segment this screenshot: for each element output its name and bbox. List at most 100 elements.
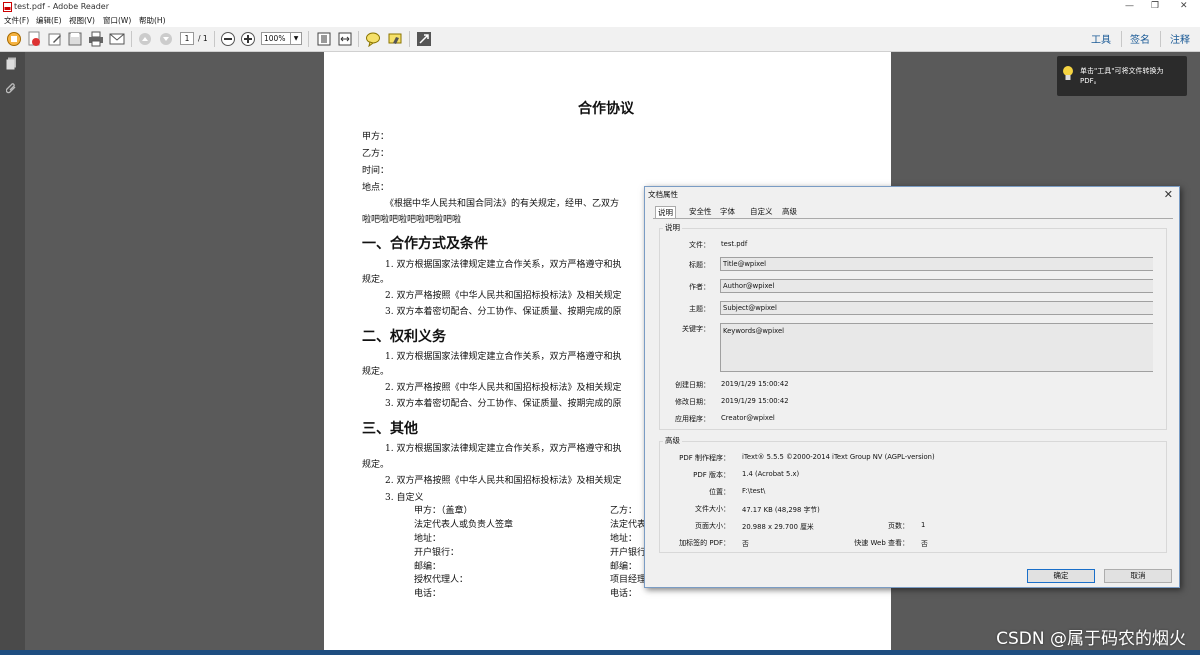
- menu-window[interactable]: 窗口(W): [103, 15, 131, 26]
- email-icon[interactable]: [109, 31, 125, 47]
- keywords-field[interactable]: Keywords@wpixel: [720, 323, 1153, 372]
- sign-left: 甲方：（盖章）: [414, 506, 473, 516]
- tab-fonts[interactable]: 字体: [718, 206, 737, 218]
- zoom-in-icon[interactable]: [240, 31, 256, 47]
- section-heading-2: 二、权利义务: [362, 329, 446, 345]
- maximize-icon[interactable]: ❐: [1151, 1, 1159, 11]
- title-label: 标题：: [689, 261, 710, 269]
- section-2-item: 规定。: [362, 367, 390, 377]
- print-icon[interactable]: [88, 31, 104, 47]
- sign-right: 项目经理: [610, 575, 647, 585]
- zoom-level-input[interactable]: 100%: [261, 32, 291, 45]
- page-count-value: 1: [921, 521, 926, 529]
- save-icon[interactable]: [67, 31, 83, 47]
- menu-bar: 文件(F) 编辑(E) 视图(V) 窗口(W) 帮助(H): [0, 14, 1200, 27]
- section-2-item: 2. 双方严格按照《中华人民共和国招标投标法》及相关规定: [385, 383, 622, 393]
- producer-value: iText® 5.5.5 ©2000-2014 iText Group NV (…: [742, 453, 935, 461]
- menu-view[interactable]: 视图(V): [69, 15, 95, 26]
- file-size-value: 47.17 KB (48,298 字节): [742, 506, 820, 514]
- author-label: 作者：: [689, 283, 710, 291]
- section-3-item: 1. 双方根据国家法律规定建立合作关系，双方严格遵守和执: [385, 444, 622, 454]
- next-page-icon[interactable]: [158, 31, 174, 47]
- ok-button[interactable]: 确定: [1027, 569, 1095, 583]
- page-total: / 1: [198, 34, 208, 43]
- tab-security[interactable]: 安全性: [687, 206, 714, 218]
- sign-right: 邮编：: [610, 562, 638, 572]
- expand-icon[interactable]: [416, 31, 432, 47]
- pdf-version-label: PDF 版本：: [693, 471, 730, 479]
- left-nav-pane: [0, 52, 25, 655]
- section-1-item: 1. 双方根据国家法律规定建立合作关系，双方严格遵守和执: [385, 260, 622, 270]
- section-heading-3: 三、其他: [362, 421, 418, 437]
- sign-right: 开户银行: [610, 548, 647, 558]
- location-value: F:\test\: [742, 487, 766, 495]
- watermark: CSDN @属于码农的烟火: [996, 629, 1186, 649]
- window-title: test.pdf - Adobe Reader: [14, 2, 110, 11]
- tab-tools[interactable]: 工具: [1091, 31, 1111, 46]
- create-pdf-icon[interactable]: [26, 31, 42, 47]
- close-icon[interactable]: ✕: [1180, 1, 1188, 11]
- menu-help[interactable]: 帮助(H): [139, 15, 166, 26]
- lightbulb-icon: [1063, 66, 1073, 80]
- page-thumbnails-icon[interactable]: [6, 57, 18, 70]
- author-field[interactable]: Author@wpixel: [720, 279, 1153, 293]
- fit-page-icon[interactable]: [316, 31, 332, 47]
- section-1-item: 2. 双方严格按照《中华人民共和国招标投标法》及相关规定: [385, 291, 622, 301]
- document-title: 合作协议: [578, 101, 634, 117]
- page-count-label: 页数：: [888, 522, 909, 530]
- fit-width-icon[interactable]: [337, 31, 353, 47]
- page-size-label: 页面大小：: [695, 522, 730, 530]
- tab-advanced[interactable]: 高级: [780, 206, 799, 218]
- file-size-label: 文件大小：: [695, 505, 730, 513]
- field-place: 地点：: [362, 183, 390, 193]
- tools-tooltip: 单击"工具"可将文件转换为 PDF。: [1057, 56, 1187, 96]
- cancel-button[interactable]: 取消: [1104, 569, 1172, 583]
- zoom-dropdown-icon[interactable]: ▼: [291, 32, 302, 45]
- pdf-version-value: 1.4 (Acrobat 5.x): [742, 470, 800, 478]
- tooltip-text: 单击"工具"可将文件转换为 PDF。: [1080, 67, 1164, 85]
- page-number-input[interactable]: 1: [180, 32, 194, 45]
- intro-line-2: 啦吧啦吧啦吧啦吧啦吧啦: [362, 215, 462, 225]
- menu-file[interactable]: 文件(F): [4, 15, 29, 26]
- open-file-icon[interactable]: [6, 31, 22, 47]
- file-label: 文件：: [689, 241, 710, 249]
- application-label: 应用程序：: [675, 415, 710, 423]
- minimize-icon[interactable]: —: [1125, 1, 1134, 11]
- edit-icon[interactable]: [47, 31, 63, 47]
- field-party-a: 甲方：: [362, 132, 390, 142]
- previous-page-icon[interactable]: [137, 31, 153, 47]
- tab-custom[interactable]: 自定义: [748, 206, 775, 218]
- highlight-icon[interactable]: [387, 31, 403, 47]
- tab-sign[interactable]: 签名: [1130, 31, 1150, 46]
- subject-field[interactable]: Subject@wpixel: [720, 301, 1153, 315]
- fast-web-view-label: 快速 Web 查看：: [854, 539, 909, 547]
- description-group-label: 说明: [663, 222, 682, 233]
- sign-left: 授权代理人：: [414, 575, 469, 585]
- section-3-item: 2. 双方严格按照《中华人民共和国招标投标法》及相关规定: [385, 476, 622, 486]
- pdf-file-icon: [3, 2, 12, 12]
- section-1-item: 规定。: [362, 275, 390, 285]
- sign-left: 电话：: [414, 589, 442, 599]
- application-value: Creator@wpixel: [721, 414, 775, 422]
- producer-label: PDF 制作程序：: [679, 454, 730, 462]
- section-2-item: 3. 双方本着密切配合、分工协作、保证质量、按期完成的原: [385, 399, 622, 409]
- sign-right: 地址：: [610, 534, 638, 544]
- page-size-value: 20.988 x 29.700 厘米: [742, 523, 814, 531]
- attachment-icon[interactable]: [6, 83, 18, 96]
- modified-label: 修改日期：: [675, 398, 710, 406]
- section-2-item: 1. 双方根据国家法律规定建立合作关系，双方严格遵守和执: [385, 352, 622, 362]
- menu-edit[interactable]: 编辑(E): [36, 15, 62, 26]
- dialog-title: 文档属性: [648, 190, 678, 199]
- section-heading-1: 一、合作方式及条件: [362, 236, 488, 252]
- document-properties-dialog: 文档属性 ✕ 说明 安全性 字体 自定义 高级 说明 文件： test.pdf …: [644, 186, 1180, 588]
- created-label: 创建日期：: [675, 381, 710, 389]
- zoom-out-icon[interactable]: [220, 31, 236, 47]
- comment-icon[interactable]: [365, 31, 381, 47]
- tagged-pdf-value: 否: [742, 540, 749, 548]
- title-field[interactable]: Title@wpixel: [720, 257, 1153, 271]
- sign-left: 地址：: [414, 534, 442, 544]
- tab-comment[interactable]: 注释: [1170, 31, 1190, 46]
- section-1-item: 3. 双方本着密切配合、分工协作、保证质量、按期完成的原: [385, 307, 622, 317]
- dialog-close-icon[interactable]: ✕: [1164, 188, 1173, 201]
- intro-line-1: 《根据中华人民共和国合同法》的有关规定，经甲、乙双方: [385, 199, 620, 209]
